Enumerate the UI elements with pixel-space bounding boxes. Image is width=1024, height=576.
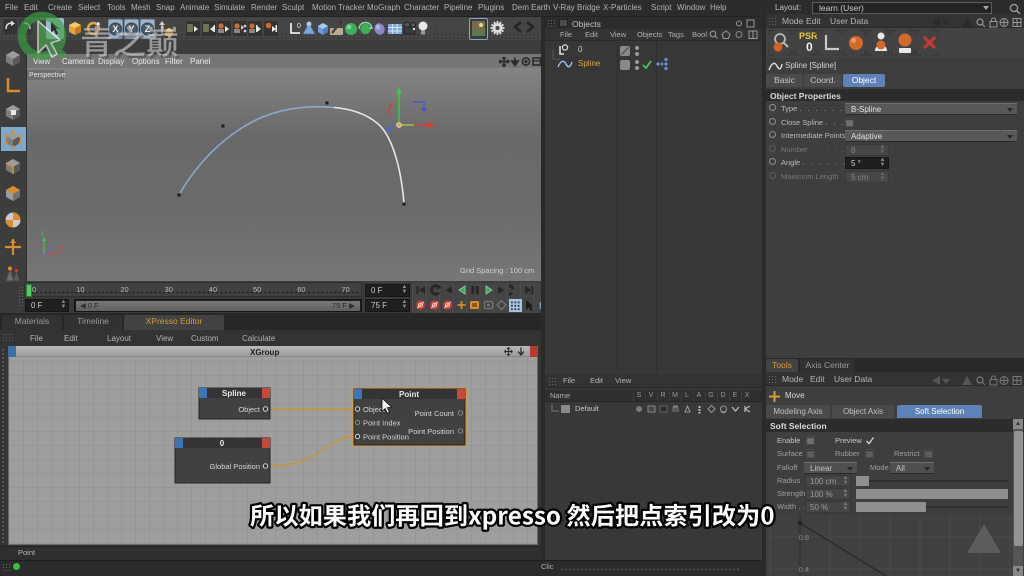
svg-text:Point: Point [399, 390, 419, 399]
svg-text:0: 0 [297, 23, 301, 30]
svg-text:0.4: 0.4 [799, 565, 809, 574]
svg-text:X: X [59, 245, 64, 252]
svg-text:Point Count: Point Count [415, 409, 455, 418]
svg-text:Point Position: Point Position [363, 433, 409, 442]
svg-text:Point Index: Point Index [363, 419, 401, 428]
svg-text:Spline: Spline [222, 389, 247, 398]
svg-text:Object: Object [238, 405, 261, 414]
svg-text:Y: Y [40, 231, 45, 238]
svg-text:Point Position: Point Position [408, 427, 454, 436]
svg-text:0: 0 [220, 439, 225, 448]
